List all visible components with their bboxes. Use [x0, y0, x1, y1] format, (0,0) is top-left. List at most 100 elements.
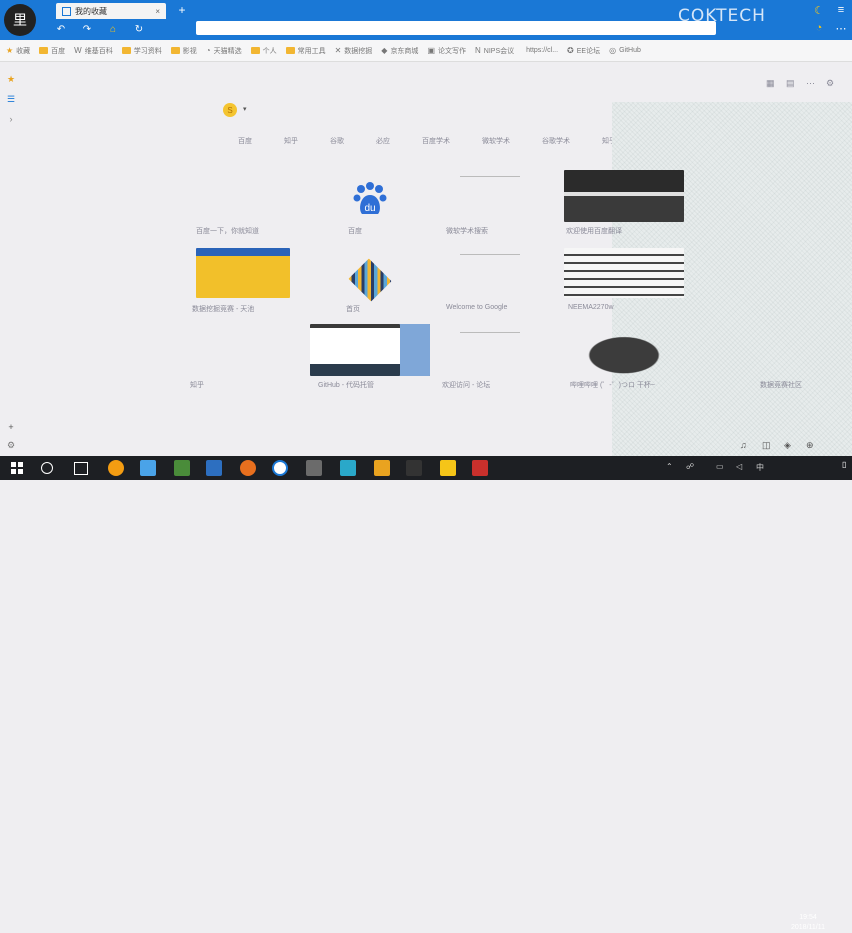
bookmark-item[interactable]: ▣ 论文写作 [427, 46, 466, 56]
back-icon[interactable]: ↶ [56, 24, 66, 35]
add-icon[interactable]: + [6, 422, 16, 432]
tab-close-icon[interactable]: × [155, 7, 160, 16]
tab-title: 我的收藏 [75, 6, 107, 16]
app-icon-4[interactable] [206, 460, 222, 476]
watermark-logo: COKTECH [678, 6, 766, 26]
ime-indicator[interactable]: 中 [756, 462, 764, 473]
favorites-star-icon[interactable]: ★ [6, 74, 16, 84]
windows-start-icon[interactable] [11, 462, 23, 474]
list-view-icon[interactable]: ▤ [786, 78, 795, 90]
shortcut-thumbnail [310, 324, 430, 376]
address-bar[interactable] [196, 21, 716, 35]
more-icon[interactable]: ⋯ [834, 22, 848, 36]
file-explorer-icon[interactable] [140, 460, 156, 476]
browser-titlebar: 里 我的收藏 × + ↶ ↷ ⌂ ↻ ◌ ☆ COKTECH ☾ ≡ ◔ ⋯ [0, 0, 852, 40]
bookmark-label: 天猫精选 [213, 47, 242, 55]
app-icon-12[interactable] [472, 460, 488, 476]
more-icon[interactable]: ⋯ [806, 78, 815, 90]
bookmark-label: 收藏 [16, 47, 31, 55]
home-icon[interactable]: ⌂ [108, 24, 118, 35]
search-tab[interactable]: 必应 [376, 136, 390, 146]
bookmark-item[interactable]: https://cl... [523, 47, 558, 54]
app-icon-3[interactable] [174, 460, 190, 476]
bookmark-label: 影视 [182, 47, 197, 55]
bookmark-item[interactable]: ◎ GitHub [609, 46, 641, 55]
moon-icon[interactable]: ☾ [812, 4, 826, 18]
bookmark-item[interactable]: ✪ EE论坛 [567, 46, 600, 56]
tab-favorites[interactable]: 我的收藏 × [56, 3, 166, 19]
bookmark-label: 京东商城 [390, 47, 419, 55]
refresh-icon[interactable]: ↻ [134, 24, 144, 35]
user-avatar[interactable]: 里 [4, 4, 36, 36]
search-tab[interactable]: 微软学术 [482, 136, 510, 146]
menu-icon[interactable]: ≡ [834, 4, 848, 18]
bag-icon[interactable]: ◫ [762, 440, 771, 451]
search-tab[interactable]: 谷歌学术 [542, 136, 570, 146]
task-view-icon[interactable] [74, 462, 88, 475]
bookmark-item[interactable]: ◔ 天猫精选 [206, 46, 242, 56]
svg-text:du: du [364, 203, 375, 214]
browser-icon[interactable] [272, 460, 288, 476]
share-icon[interactable]: ◌ [640, 24, 650, 34]
bookmark-item[interactable]: 百度 [39, 46, 65, 56]
app-icon-7[interactable] [306, 460, 322, 476]
shield-icon[interactable]: ◈ [784, 440, 791, 451]
shortcut-label: 微软学术搜索 [446, 228, 488, 235]
sidebar: ★ ☰ › + ⚙ [0, 62, 22, 456]
grid-view-icon[interactable]: ▦ [766, 78, 775, 90]
star-icon: ★ [6, 46, 14, 55]
app-icon-11[interactable] [440, 460, 456, 476]
app-icon-10[interactable] [406, 460, 422, 476]
bookmark-icon: ◎ [609, 46, 617, 55]
bookmark-icon: ✕ [334, 46, 342, 55]
bookmark-item[interactable]: W 维基百科 [74, 46, 113, 56]
folder-icon [121, 47, 131, 54]
bookmark-item[interactable]: 学习资料 [121, 46, 162, 56]
speaker-icon[interactable]: ♫ [740, 440, 747, 450]
new-tab-button[interactable]: + [176, 4, 188, 16]
os-taskbar: 19:54 2018/11/11 ⌃ ☍ ▭ ◁ 中 ▯ [0, 456, 852, 931]
app-icon-1[interactable] [108, 460, 124, 476]
bookmark-item[interactable]: N NIPS会议 [475, 46, 514, 56]
cortana-icon[interactable] [41, 462, 53, 474]
bookmark-label: 学习资料 [133, 47, 162, 55]
shortcut-thumbnail [564, 324, 684, 376]
history-icon[interactable]: ☰ [6, 94, 16, 104]
volume-icon[interactable]: ◁ [736, 462, 742, 471]
bookmark-label: 论文写作 [438, 47, 466, 55]
shortcut-thumbnail [196, 170, 296, 222]
search-tab[interactable]: 谷歌 [330, 136, 344, 146]
shortcut-label: 首页 [346, 306, 360, 313]
bookmark-item[interactable]: 常用工具 [285, 46, 326, 56]
gear-icon[interactable]: ⚙ [826, 78, 834, 90]
search-tab[interactable]: 百度 [238, 136, 252, 146]
bookmark-label: 百度 [51, 47, 66, 55]
forward-icon[interactable]: ↷ [82, 24, 92, 35]
search-tab[interactable]: 知乎 [284, 136, 298, 146]
download-icon[interactable]: ◔ [812, 22, 826, 36]
bookmark-item[interactable]: ◆ 京东商城 [381, 46, 418, 56]
academic-logo-icon [348, 258, 392, 302]
notification-icon[interactable]: ▯ [842, 460, 846, 469]
app-icon-8[interactable] [340, 460, 356, 476]
bookmark-item[interactable]: 个人 [250, 46, 277, 56]
bookmark-label: https://cl... [526, 47, 559, 54]
bookmark-item[interactable]: ✕ 数据挖掘 [335, 46, 373, 56]
app-icon-9[interactable] [374, 460, 390, 476]
bookmark-item[interactable]: ★ 收藏 [6, 46, 30, 56]
page-icon [62, 6, 71, 16]
navigation-buttons: ↶ ↷ ⌂ ↻ [56, 20, 144, 38]
clock-date: 2018/11/11 [791, 924, 825, 931]
zoom-icon[interactable]: ⊕ [806, 440, 814, 451]
star-add-icon[interactable]: ☆ [656, 24, 666, 34]
search-tab[interactable]: 百度学术 [422, 136, 450, 146]
collapse-icon[interactable]: › [6, 114, 16, 124]
battery-icon[interactable]: ▭ [716, 462, 724, 471]
clock[interactable]: 19:54 2018/11/11 [778, 913, 838, 933]
app-icon-5[interactable] [240, 460, 256, 476]
bookmark-item[interactable]: 影视 [170, 46, 197, 56]
folder-icon [170, 47, 180, 54]
shortcut-thumbnail [460, 248, 520, 298]
network-icon[interactable]: ☍ [686, 462, 694, 471]
tray-chevron-icon[interactable]: ⌃ [666, 462, 673, 471]
